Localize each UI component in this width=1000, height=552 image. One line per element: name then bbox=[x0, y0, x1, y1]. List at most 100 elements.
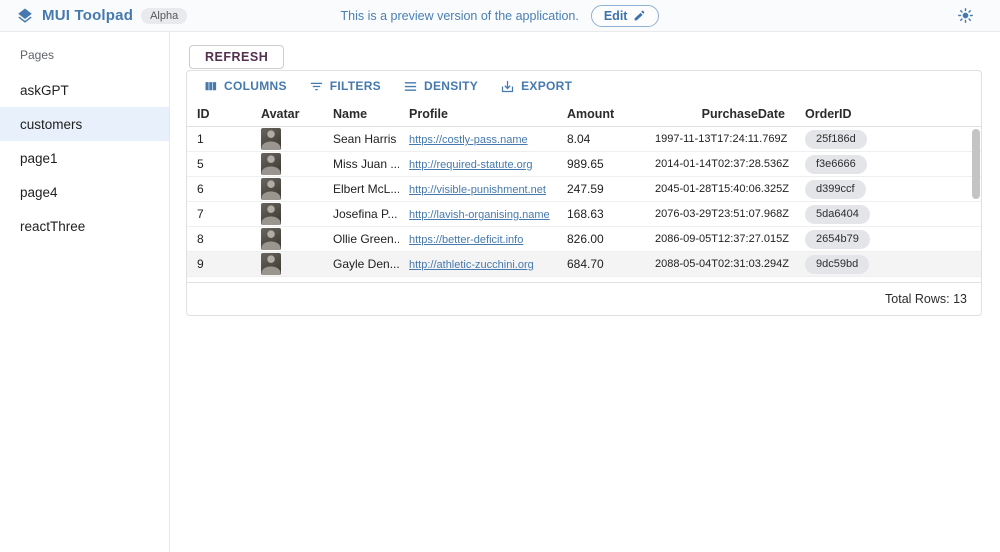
cell-id: 7 bbox=[187, 207, 251, 221]
table-row[interactable]: 9 Gayle Den... http://athletic-zucchini.… bbox=[187, 252, 981, 277]
avatar bbox=[261, 178, 281, 200]
export-download-icon bbox=[500, 79, 515, 94]
cell-orderid: d399ccf bbox=[795, 180, 981, 199]
cell-amount: 684.70 bbox=[557, 257, 645, 271]
profile-link[interactable]: http://visible-punishment.net bbox=[409, 184, 546, 196]
cell-amount: 247.59 bbox=[557, 182, 645, 196]
cell-purchasedate: 1997-11-13T17:24:11.769Z bbox=[645, 133, 795, 145]
view-columns-icon bbox=[203, 79, 218, 94]
avatar bbox=[261, 228, 281, 250]
sidebar-item-label: page4 bbox=[20, 185, 58, 200]
table-row[interactable]: 6 Elbert McL... http://visible-punishmen… bbox=[187, 177, 981, 202]
edit-button[interactable]: Edit bbox=[591, 5, 660, 27]
orderid-chip: 9dc59bd bbox=[805, 255, 869, 274]
profile-link[interactable]: https://costly-pass.name bbox=[409, 134, 528, 146]
cell-name: Josefina P... bbox=[323, 207, 399, 221]
sidebar-section-label: Pages bbox=[0, 40, 169, 73]
profile-link[interactable]: http://athletic-zucchini.org bbox=[409, 259, 534, 271]
sidebar-item-label: customers bbox=[20, 117, 82, 132]
cell-id: 6 bbox=[187, 182, 251, 196]
cell-profile: http://visible-punishment.net bbox=[399, 182, 557, 196]
brand: MUI Toolpad Alpha bbox=[16, 7, 187, 25]
main-panel: REFRESH COLUMNS FILTERS bbox=[170, 32, 1000, 552]
grid-toolbar: COLUMNS FILTERS DENSITY bbox=[187, 71, 981, 101]
app-title: MUI Toolpad bbox=[42, 7, 133, 24]
theme-toggle-button[interactable] bbox=[957, 7, 974, 24]
orderid-chip: 2654b79 bbox=[805, 230, 870, 249]
table-row[interactable]: 1 Sean Harris https://costly-pass.name 8… bbox=[187, 127, 981, 152]
export-button[interactable]: EXPORT bbox=[492, 75, 580, 98]
cell-orderid: 25f186d bbox=[795, 130, 981, 149]
cell-purchasedate: 2076-03-29T23:51:07.968Z bbox=[645, 208, 795, 220]
filter-list-icon bbox=[309, 79, 324, 94]
cell-name: Ollie Green... bbox=[323, 232, 399, 246]
cell-id: 1 bbox=[187, 132, 251, 146]
cell-id: 9 bbox=[187, 257, 251, 271]
profile-link[interactable]: http://lavish-organising.name bbox=[409, 209, 550, 221]
sidebar-item-customers[interactable]: customers bbox=[0, 107, 169, 141]
cell-amount: 168.63 bbox=[557, 207, 645, 221]
sidebar-item-reactthree[interactable]: reactThree bbox=[0, 209, 169, 243]
grid-footer: Total Rows: 13 bbox=[187, 282, 981, 315]
avatar bbox=[261, 128, 281, 150]
cell-profile: http://lavish-organising.name bbox=[399, 207, 557, 221]
orderid-chip: f3e6666 bbox=[805, 155, 867, 174]
cell-profile: https://better-deficit.info bbox=[399, 232, 557, 246]
cell-orderid: f3e6666 bbox=[795, 155, 981, 174]
filters-button-label: FILTERS bbox=[330, 79, 381, 93]
cell-purchasedate: 2014-01-14T02:37:28.536Z bbox=[645, 158, 795, 170]
refresh-button[interactable]: REFRESH bbox=[189, 45, 284, 69]
cell-avatar bbox=[251, 178, 323, 200]
data-grid: COLUMNS FILTERS DENSITY bbox=[186, 70, 982, 316]
sidebar-item-page4[interactable]: page4 bbox=[0, 175, 169, 209]
sidebar-item-askgpt[interactable]: askGPT bbox=[0, 73, 169, 107]
density-button[interactable]: DENSITY bbox=[395, 75, 486, 98]
sidebar-item-label: reactThree bbox=[20, 219, 85, 234]
column-header-name[interactable]: Name bbox=[323, 107, 399, 121]
cell-purchasedate: 2088-05-04T02:31:03.294Z bbox=[645, 258, 795, 270]
cell-orderid: 5da6404 bbox=[795, 205, 981, 224]
table-row[interactable]: 7 Josefina P... http://lavish-organising… bbox=[187, 202, 981, 227]
vertical-scrollbar-thumb[interactable] bbox=[972, 129, 980, 199]
cell-purchasedate: 2086-09-05T12:37:27.015Z bbox=[645, 233, 795, 245]
cell-profile: https://costly-pass.name bbox=[399, 132, 557, 146]
layers-icon bbox=[16, 7, 34, 25]
profile-link[interactable]: http://required-statute.org bbox=[409, 159, 533, 171]
cell-name: Miss Juan ... bbox=[323, 157, 399, 171]
column-header-profile[interactable]: Profile bbox=[399, 107, 557, 121]
cell-id: 8 bbox=[187, 232, 251, 246]
column-header-purchasedate[interactable]: PurchaseDate bbox=[645, 107, 795, 121]
cell-name: Gayle Den... bbox=[323, 257, 399, 271]
pencil-icon bbox=[633, 9, 646, 22]
sidebar: Pages askGPT customers page1 page4 react… bbox=[0, 32, 170, 552]
hand-cursor-icon bbox=[807, 315, 821, 316]
table-row[interactable]: 8 Ollie Green... https://better-deficit.… bbox=[187, 227, 981, 252]
columns-button[interactable]: COLUMNS bbox=[195, 75, 295, 98]
column-header-amount[interactable]: Amount bbox=[557, 107, 645, 121]
content-area: Pages askGPT customers page1 page4 react… bbox=[0, 32, 1000, 552]
cell-amount: 826.00 bbox=[557, 232, 645, 246]
sidebar-item-label: page1 bbox=[20, 151, 58, 166]
cell-profile: http://required-statute.org bbox=[399, 157, 557, 171]
sidebar-item-page1[interactable]: page1 bbox=[0, 141, 169, 175]
column-header-id[interactable]: ID bbox=[187, 107, 251, 121]
alpha-badge: Alpha bbox=[141, 8, 187, 24]
table-row[interactable]: 5 Miss Juan ... http://required-statute.… bbox=[187, 152, 981, 177]
total-rows-label: Total Rows: 13 bbox=[885, 292, 967, 306]
grid-body: 1 Sean Harris https://costly-pass.name 8… bbox=[187, 127, 981, 282]
column-header-avatar[interactable]: Avatar bbox=[251, 107, 323, 121]
sidebar-item-label: askGPT bbox=[20, 83, 69, 98]
column-header-orderid[interactable]: OrderID bbox=[795, 107, 981, 121]
app-header: MUI Toolpad Alpha This is a preview vers… bbox=[0, 0, 1000, 32]
profile-link[interactable]: https://better-deficit.info bbox=[409, 234, 523, 246]
app-window: MUI Toolpad Alpha This is a preview vers… bbox=[0, 0, 1000, 552]
cell-orderid: 2654b79 bbox=[795, 230, 981, 249]
cell-avatar bbox=[251, 253, 323, 275]
cell-purchasedate: 2045-01-28T15:40:06.325Z bbox=[645, 183, 795, 195]
filters-button[interactable]: FILTERS bbox=[301, 75, 389, 98]
avatar bbox=[261, 253, 281, 275]
cell-amount: 989.65 bbox=[557, 157, 645, 171]
cell-avatar bbox=[251, 128, 323, 150]
density-lines-icon bbox=[403, 79, 418, 94]
grid-header-row: ID Avatar Name Profile Amount PurchaseDa… bbox=[187, 101, 981, 127]
